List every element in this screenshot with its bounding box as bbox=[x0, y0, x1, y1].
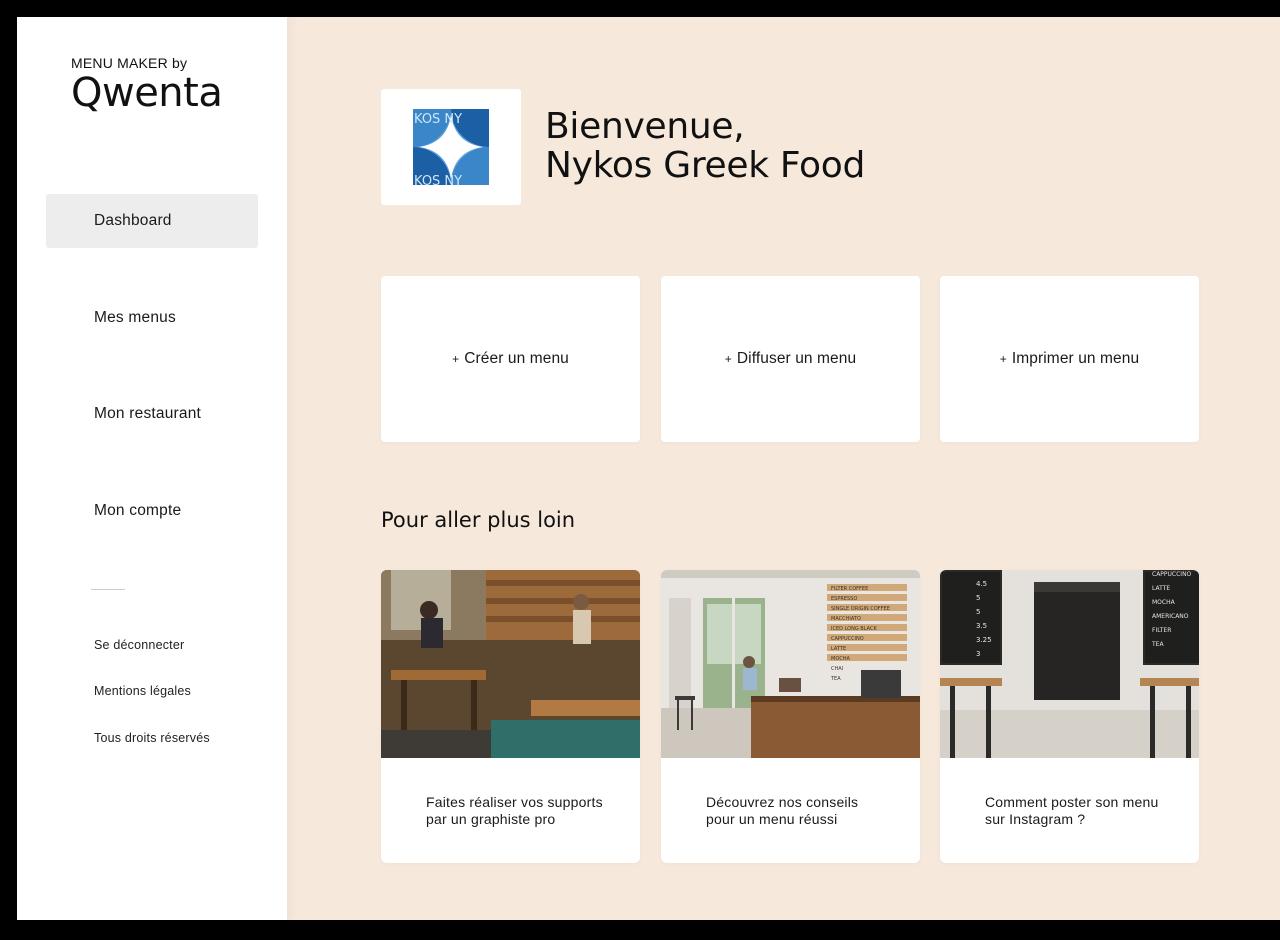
svg-text:TEA: TEA bbox=[830, 676, 841, 682]
plus-icon: + bbox=[452, 352, 460, 366]
svg-text:MOCHA: MOCHA bbox=[1152, 599, 1176, 606]
svg-text:ICED LONG BLACK: ICED LONG BLACK bbox=[831, 626, 877, 632]
sidebar-divider bbox=[91, 589, 125, 590]
logo-text-top: KOS NY bbox=[414, 112, 462, 127]
svg-text:LATTE: LATTE bbox=[1152, 585, 1170, 592]
restaurant-name: Nykos Greek Food bbox=[545, 145, 866, 186]
svg-text:SINGLE ORIGIN COFFEE: SINGLE ORIGIN COFFEE bbox=[831, 606, 890, 612]
legal-notice-link[interactable]: Mentions légales bbox=[94, 684, 191, 698]
sidebar-item-dashboard[interactable]: Dashboard bbox=[46, 194, 258, 248]
sidebar-item-mon-restaurant[interactable]: Mon restaurant bbox=[46, 387, 258, 441]
svg-text:4.5: 4.5 bbox=[976, 580, 987, 588]
svg-text:5: 5 bbox=[976, 594, 980, 602]
article-card[interactable]: FILTER COFFEE ESPRESSO SINGLE ORIGIN COF… bbox=[661, 570, 920, 863]
article-card[interactable]: Faites réaliser vos supports par un grap… bbox=[381, 570, 640, 863]
sidebar-item-label: Mon compte bbox=[94, 502, 182, 519]
action-label: Créer un menu bbox=[464, 350, 569, 367]
article-text: Faites réaliser vos supports par un grap… bbox=[426, 794, 603, 827]
svg-text:ESPRESSO: ESPRESSO bbox=[831, 596, 857, 602]
svg-text:MACCHIATO: MACCHIATO bbox=[831, 616, 861, 622]
svg-text:FILTER COFFEE: FILTER COFFEE bbox=[831, 586, 868, 592]
sidebar-item-mes-menus[interactable]: Mes menus bbox=[46, 291, 258, 345]
cafe-interior-photo bbox=[381, 570, 640, 758]
restaurant-logo: KOS NY KOS NY bbox=[413, 109, 489, 185]
restaurant-logo-card[interactable]: KOS NY KOS NY bbox=[381, 89, 521, 205]
plus-icon: + bbox=[724, 352, 732, 366]
svg-text:3.25: 3.25 bbox=[976, 636, 992, 644]
create-menu-button[interactable]: + Créer un menu bbox=[381, 276, 640, 442]
svg-text:FILTER: FILTER bbox=[1152, 627, 1171, 634]
share-menu-button[interactable]: + Diffuser un menu bbox=[661, 276, 920, 442]
action-label: Diffuser un menu bbox=[736, 350, 857, 367]
svg-text:CAPPUCCINO: CAPPUCCINO bbox=[831, 636, 864, 642]
cafe-chalkboard-menu-photo: 4.5 5 5 3.5 3.25 3 CAPPUCCINO LATTE MOCH… bbox=[940, 570, 1199, 758]
brand-subtitle: MENU MAKER by bbox=[71, 55, 188, 71]
svg-text:LATTE: LATTE bbox=[831, 646, 846, 652]
app-window: MENU MAKER by Qwenta Dashboard Mes menus… bbox=[17, 17, 1280, 920]
welcome-heading: Bienvenue, Nykos Greek Food bbox=[545, 107, 865, 185]
svg-text:MOCHA: MOCHA bbox=[831, 656, 851, 662]
svg-text:3: 3 bbox=[976, 650, 980, 658]
article-card[interactable]: 4.5 5 5 3.5 3.25 3 CAPPUCCINO LATTE MOCH… bbox=[940, 570, 1199, 863]
welcome-line1: Bienvenue, bbox=[545, 106, 745, 147]
svg-text:5: 5 bbox=[976, 608, 980, 616]
sidebar-item-mon-compte[interactable]: Mon compte bbox=[46, 484, 258, 538]
svg-text:3.5: 3.5 bbox=[976, 622, 987, 630]
article-text: Découvrez nos conseils pour un menu réus… bbox=[706, 794, 859, 827]
section-title: Pour aller plus loin bbox=[381, 508, 576, 532]
article-text: Comment poster son menu sur Instagram ? bbox=[985, 794, 1159, 827]
sidebar-item-label: Mon restaurant bbox=[94, 405, 202, 422]
logo-text-bottom: KOS NY bbox=[414, 174, 462, 185]
svg-text:TEA: TEA bbox=[1151, 641, 1164, 648]
sidebar-item-label: Dashboard bbox=[94, 212, 172, 229]
logout-link[interactable]: Se déconnecter bbox=[94, 638, 184, 652]
rights-reserved-link[interactable]: Tous droits réservés bbox=[94, 731, 210, 745]
coffee-shop-counter-photo: FILTER COFFEE ESPRESSO SINGLE ORIGIN COF… bbox=[661, 570, 920, 758]
action-label: Imprimer un menu bbox=[1011, 350, 1140, 367]
plus-icon: + bbox=[999, 352, 1007, 366]
print-menu-button[interactable]: + Imprimer un menu bbox=[940, 276, 1199, 442]
svg-text:AMERICANO: AMERICANO bbox=[1152, 613, 1189, 620]
sidebar: MENU MAKER by Qwenta Dashboard Mes menus… bbox=[17, 17, 287, 920]
brand-name: Qwenta bbox=[71, 70, 223, 116]
svg-text:CHAI: CHAI bbox=[831, 666, 843, 672]
brand-logo[interactable]: MENU MAKER by Qwenta bbox=[71, 55, 223, 116]
svg-text:CAPPUCCINO: CAPPUCCINO bbox=[1152, 571, 1192, 578]
sidebar-item-label: Mes menus bbox=[94, 309, 176, 326]
